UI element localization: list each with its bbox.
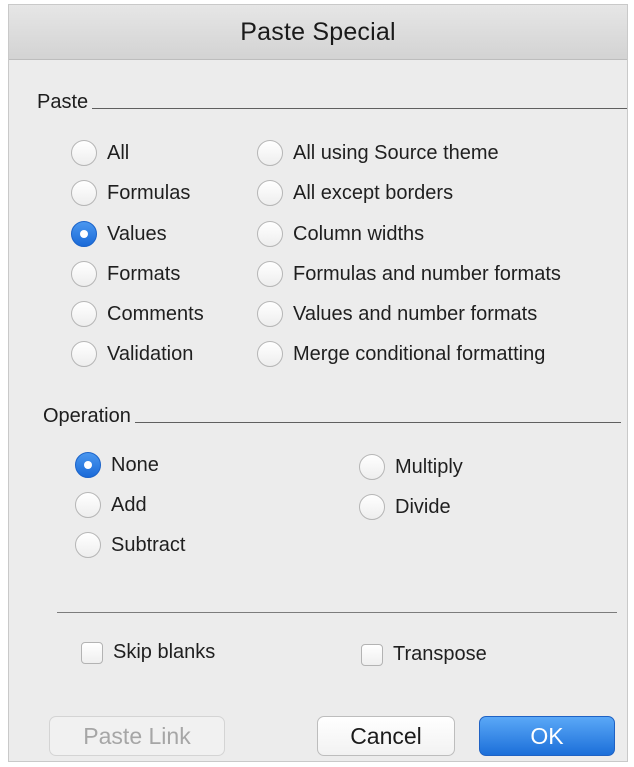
paste-heading-label: Paste bbox=[37, 91, 89, 113]
section-divider bbox=[57, 612, 617, 613]
radio-paste-merge-conditional[interactable]: Merge conditional formatting bbox=[257, 341, 545, 367]
radio-paste-all-control[interactable] bbox=[71, 140, 97, 166]
ok-button[interactable]: OK bbox=[479, 716, 615, 756]
operation-heading-label: Operation bbox=[43, 405, 131, 427]
paste-link-button[interactable]: Paste Link bbox=[49, 716, 225, 756]
radio-paste-all-source-theme-label: All using Source theme bbox=[293, 141, 499, 164]
radio-paste-column-widths[interactable]: Column widths bbox=[257, 221, 424, 247]
radio-operation-add[interactable]: Add bbox=[75, 492, 147, 518]
radio-operation-none[interactable]: None bbox=[75, 452, 159, 478]
paste-section-heading: Paste bbox=[37, 91, 627, 114]
checkbox-skip-blanks-control[interactable] bbox=[81, 641, 103, 664]
radio-paste-all-except-borders-label: All except borders bbox=[293, 181, 454, 204]
radio-operation-divide[interactable]: Divide bbox=[359, 494, 451, 520]
radio-paste-formulas-label: Formulas bbox=[107, 181, 191, 204]
radio-operation-add-label: Add bbox=[111, 493, 147, 516]
checkbox-transpose-control[interactable] bbox=[361, 643, 383, 666]
radio-paste-validation-label: Validation bbox=[107, 342, 194, 365]
radio-paste-validation[interactable]: Validation bbox=[71, 341, 193, 367]
radio-paste-formulas-number-formats[interactable]: Formulas and number formats bbox=[257, 261, 561, 287]
radio-paste-values-number-formats-control[interactable] bbox=[257, 301, 283, 327]
radio-operation-multiply[interactable]: Multiply bbox=[359, 454, 463, 480]
radio-operation-divide-control[interactable] bbox=[359, 494, 385, 520]
radio-paste-comments-label: Comments bbox=[107, 302, 204, 325]
radio-paste-formats-label: Formats bbox=[107, 262, 181, 285]
radio-operation-subtract[interactable]: Subtract bbox=[75, 532, 185, 558]
radio-paste-merge-conditional-control[interactable] bbox=[257, 341, 283, 367]
radio-paste-column-widths-label: Column widths bbox=[293, 222, 425, 245]
radio-operation-none-label: None bbox=[111, 453, 159, 476]
radio-operation-subtract-control[interactable] bbox=[75, 532, 101, 558]
operation-section-heading: Operation bbox=[43, 405, 621, 428]
radio-paste-all-source-theme[interactable]: All using Source theme bbox=[257, 140, 499, 166]
radio-paste-formats-control[interactable] bbox=[71, 261, 97, 287]
cancel-button[interactable]: Cancel bbox=[317, 716, 455, 756]
radio-paste-formulas-number-formats-label: Formulas and number formats bbox=[293, 262, 561, 285]
radio-operation-subtract-label: Subtract bbox=[111, 533, 186, 556]
radio-paste-all-except-borders-control[interactable] bbox=[257, 180, 283, 206]
radio-operation-add-control[interactable] bbox=[75, 492, 101, 518]
radio-paste-formulas-number-formats-control[interactable] bbox=[257, 261, 283, 287]
radio-paste-all-label: All bbox=[107, 141, 130, 164]
radio-paste-values[interactable]: Values bbox=[71, 221, 167, 247]
dialog-title: Paste Special bbox=[240, 17, 396, 46]
radio-paste-values-control[interactable] bbox=[71, 221, 97, 247]
paste-special-dialog: Paste Special Paste All Formulas Values … bbox=[8, 4, 628, 762]
radio-paste-values-number-formats-label: Values and number formats bbox=[293, 302, 538, 325]
operation-heading-rule bbox=[134, 422, 621, 423]
paste-heading-rule bbox=[92, 108, 627, 109]
radio-paste-formulas[interactable]: Formulas bbox=[71, 180, 190, 206]
radio-paste-comments[interactable]: Comments bbox=[71, 301, 204, 327]
radio-paste-comments-control[interactable] bbox=[71, 301, 97, 327]
radio-paste-all-except-borders[interactable]: All except borders bbox=[257, 180, 453, 206]
checkbox-skip-blanks-label: Skip blanks bbox=[113, 641, 216, 663]
radio-paste-values-label: Values bbox=[107, 222, 167, 245]
radio-paste-formats[interactable]: Formats bbox=[71, 261, 180, 287]
radio-paste-merge-conditional-label: Merge conditional formatting bbox=[293, 342, 546, 365]
dialog-titlebar[interactable]: Paste Special bbox=[9, 5, 627, 60]
radio-operation-multiply-control[interactable] bbox=[359, 454, 385, 480]
radio-paste-formulas-control[interactable] bbox=[71, 180, 97, 206]
radio-paste-all[interactable]: All bbox=[71, 140, 129, 166]
radio-paste-validation-control[interactable] bbox=[71, 341, 97, 367]
radio-operation-multiply-label: Multiply bbox=[395, 455, 463, 478]
radio-operation-divide-label: Divide bbox=[395, 495, 451, 518]
checkbox-transpose[interactable]: Transpose bbox=[361, 643, 487, 666]
radio-paste-all-source-theme-control[interactable] bbox=[257, 140, 283, 166]
checkbox-transpose-label: Transpose bbox=[393, 643, 487, 665]
radio-operation-none-control[interactable] bbox=[75, 452, 101, 478]
radio-paste-column-widths-control[interactable] bbox=[257, 221, 283, 247]
radio-paste-values-number-formats[interactable]: Values and number formats bbox=[257, 301, 537, 327]
checkbox-skip-blanks[interactable]: Skip blanks bbox=[81, 641, 215, 664]
